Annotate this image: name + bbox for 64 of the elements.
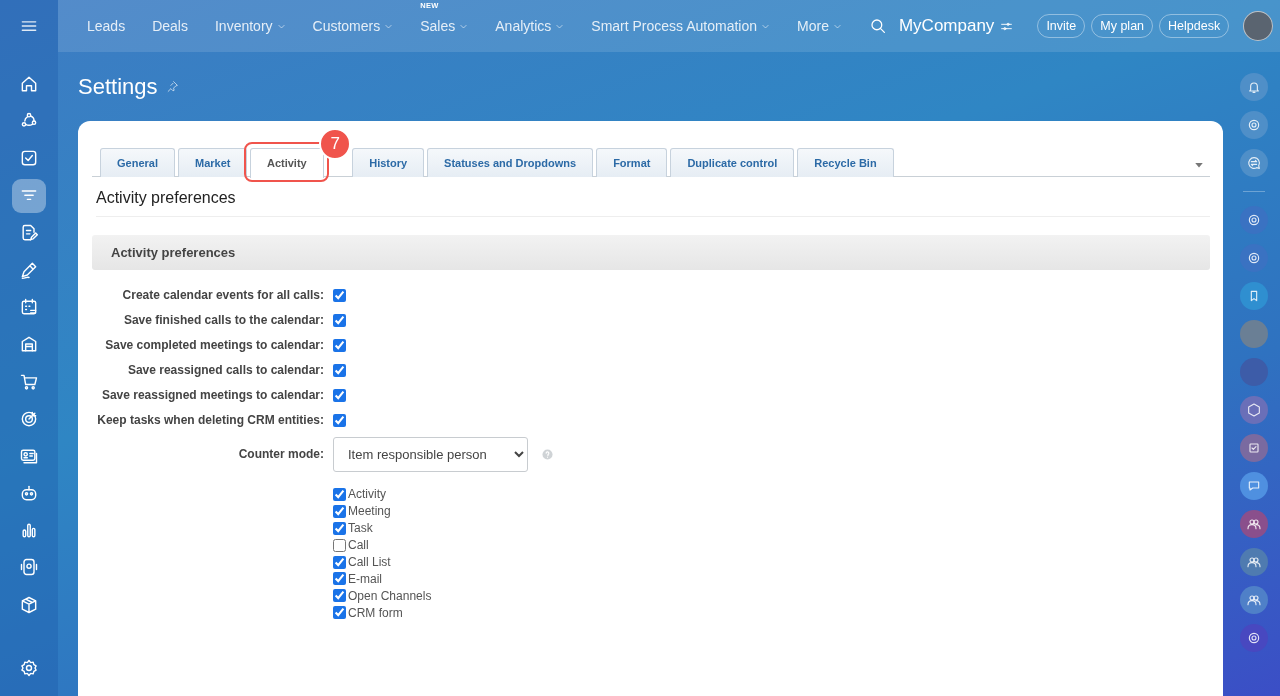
nav-menu-item[interactable]: Deals [152, 18, 188, 34]
setting-label: Keep tasks when deleting CRM entities: [96, 412, 324, 427]
group-icon [1246, 554, 1263, 570]
option-label: Call [348, 538, 369, 553]
nav-menu-item[interactable]: Analytics [495, 18, 552, 34]
setting-checkbox[interactable] [333, 389, 346, 402]
setting-label: Create calendar events for all calls: [121, 287, 324, 302]
option-label: Activity [348, 487, 386, 502]
setting-checkbox[interactable] [333, 414, 346, 427]
tab[interactable]: Activity [249, 147, 324, 178]
nav-menu-item[interactable]: Customers [312, 18, 381, 34]
step-number: 7 [319, 128, 352, 160]
option-label: E-mail [348, 571, 382, 586]
group-icon [1246, 592, 1263, 608]
setting-checkbox[interactable] [333, 339, 346, 352]
setting-label: Save reassigned calls to calendar: [126, 362, 324, 377]
option-checkbox[interactable] [333, 538, 346, 552]
option-label: Meeting [348, 504, 391, 519]
setting-checkbox[interactable] [333, 364, 346, 377]
option-checkbox[interactable] [333, 606, 346, 620]
tab[interactable]: Duplicate control [670, 148, 795, 177]
document-pen-icon [19, 222, 39, 243]
group-icon [1246, 516, 1263, 532]
nav-menu-item[interactable]: Inventory [214, 18, 273, 34]
tab[interactable]: Format [596, 148, 668, 177]
tab[interactable]: History [352, 148, 425, 177]
setting-checkbox[interactable] [333, 289, 346, 302]
setting-label: Save finished calls to the calendar: [122, 312, 324, 327]
option-checkbox[interactable] [333, 521, 346, 535]
nav-menu-item[interactable]: Leads [87, 18, 126, 34]
option-checkbox[interactable] [333, 555, 346, 569]
section-header: Activity preferences [92, 235, 1211, 270]
nav-menu-item[interactable]: Sales [420, 18, 456, 34]
sidebar-item[interactable] [12, 178, 46, 213]
section-heading: Activity preferences [96, 177, 1211, 217]
option-label: Open Channels [348, 588, 432, 603]
home-icon [19, 74, 39, 94]
company-name[interactable]: MyCompany [898, 16, 995, 36]
nav-menu-item[interactable]: Smart Process Automation [591, 18, 758, 34]
option-checkbox[interactable] [333, 504, 346, 518]
option-checkbox[interactable] [333, 589, 346, 603]
tab[interactable]: Market [177, 148, 248, 177]
chat-arrows-icon [1246, 155, 1263, 171]
tab[interactable]: Statuses and Dropdowns [427, 148, 594, 177]
tab[interactable]: General [100, 148, 175, 177]
settings-icon[interactable] [19, 658, 39, 678]
search-icon[interactable] [868, 17, 887, 35]
pin-icon[interactable] [165, 80, 179, 93]
setting-label: Save completed meetings to calendar: [104, 337, 324, 352]
box-icon [19, 594, 39, 615]
option-label: Call List [348, 555, 391, 569]
setting-label: Save reassigned meetings to calendar: [100, 387, 324, 402]
counter-mode-select[interactable]: Item responsible person [333, 437, 528, 472]
setting-checkbox[interactable] [333, 314, 346, 327]
option-checkbox[interactable] [333, 572, 346, 586]
setting-label: Counter mode: [237, 446, 324, 461]
dropdown-arrow-icon[interactable] [1194, 160, 1205, 170]
option-label: CRM form [348, 605, 403, 620]
option-label: Task [348, 521, 373, 536]
avatar[interactable] [1243, 11, 1274, 41]
option-checkbox[interactable] [333, 487, 346, 501]
tab[interactable]: Recycle Bin [797, 148, 894, 177]
page-title: Settings [78, 73, 158, 100]
nav-menu-item[interactable]: More [797, 18, 829, 34]
